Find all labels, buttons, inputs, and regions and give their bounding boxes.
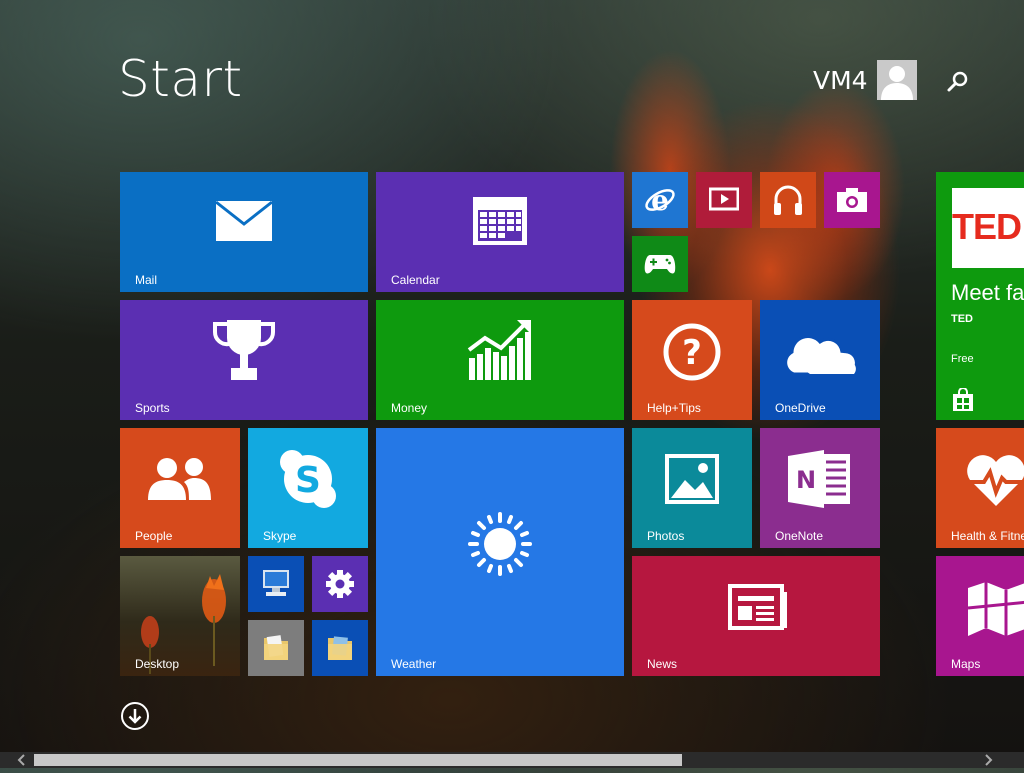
ted-logo-box: TED [952,188,1024,268]
svg-text:?: ? [682,333,702,373]
tile-documents[interactable] [312,620,368,676]
sun-icon [466,510,534,578]
tile-pc-settings[interactable] [312,556,368,612]
chevron-left-icon [17,754,25,766]
tile-maps[interactable]: Maps [936,556,1024,676]
tile-label: Money [391,401,428,415]
tile-help-tips[interactable]: ? Help+Tips [632,300,752,420]
search-button[interactable] [944,68,972,96]
tile-label: Desktop [135,657,180,671]
computer-icon [260,568,292,598]
tile-video[interactable] [696,172,752,228]
tile-skype[interactable]: S Skype [248,428,368,548]
headphones-icon [772,183,804,217]
tile-label: Photos [647,529,685,543]
gear-icon [325,569,355,599]
trophy-icon [211,318,277,382]
store-icon [952,388,974,412]
avatar[interactable] [877,60,917,100]
tile-desktop[interactable]: Desktop [120,556,240,676]
cloud-icon [780,330,860,376]
page-title: Start [118,50,243,108]
mail-icon [215,200,273,242]
tile-health-fitness[interactable]: Health & Fitne [936,428,1024,548]
video-icon [709,187,739,213]
search-icon [947,71,968,92]
newspaper-icon [728,584,788,630]
tile-label: OneNote [775,529,824,543]
tile-label: Maps [951,657,981,671]
tile-label: OneDrive [775,401,826,415]
tile-calendar[interactable]: Calendar [376,172,624,292]
tile-file-explorer[interactable] [248,620,304,676]
tile-label: People [135,529,173,543]
scrollbar-thumb[interactable] [34,754,682,766]
tile-label: Skype [263,529,297,543]
tile-photos[interactable]: Photos [632,428,752,548]
people-icon [148,456,212,502]
user-name[interactable]: VM4 [813,66,868,95]
all-apps-button[interactable] [120,701,150,731]
onenote-icon: N [786,448,854,510]
tile-games[interactable] [632,236,688,292]
tile-people[interactable]: People [120,428,240,548]
scroll-left-button[interactable] [14,752,30,768]
tile-label: Sports [135,401,170,415]
ted-price: Free [951,353,974,365]
skype-icon: S [278,448,338,510]
ted-headline: Meet fas [951,280,1024,305]
chevron-right-icon [985,754,993,766]
game-controller-icon [644,253,676,275]
tile-music[interactable] [760,172,816,228]
tile-ted[interactable]: TED Meet fas TED Free [936,172,1024,420]
tile-sports[interactable]: Sports [120,300,368,420]
tile-label: Calendar [391,273,440,287]
svg-text:e: e [651,184,669,216]
scroll-right-button[interactable] [980,752,996,768]
tile-onedrive[interactable]: OneDrive [760,300,880,420]
internet-explorer-icon: e [644,184,676,216]
ted-logo: TED [952,206,1022,247]
photo-icon [665,454,719,504]
tile-weather[interactable]: Weather [376,428,624,676]
user-icon [881,66,913,100]
calendar-icon [472,196,528,246]
down-arrow-icon [121,702,149,730]
tile-mail[interactable]: Mail [120,172,368,292]
svg-text:N: N [796,466,816,494]
folder-icon [260,632,292,664]
ted-app-name: TED [951,313,973,325]
tile-internet-explorer[interactable]: e [632,172,688,228]
folder-documents-icon [324,632,356,664]
question-icon: ? [662,322,722,382]
tile-camera[interactable] [824,172,880,228]
map-icon [966,580,1024,636]
camera-icon [836,187,868,213]
tile-label: Help+Tips [647,401,701,415]
tile-label: Mail [135,273,158,287]
tile-label: News [647,657,678,671]
svg-text:S: S [295,460,321,501]
chart-icon [467,318,533,382]
tile-this-pc[interactable] [248,556,304,612]
tile-label: Health & Fitne [951,529,1024,543]
tile-label: Weather [391,657,437,671]
tile-onenote[interactable]: N OneNote [760,428,880,548]
heart-icon [964,452,1024,508]
tile-money[interactable]: Money [376,300,624,420]
tile-news[interactable]: News [632,556,880,676]
